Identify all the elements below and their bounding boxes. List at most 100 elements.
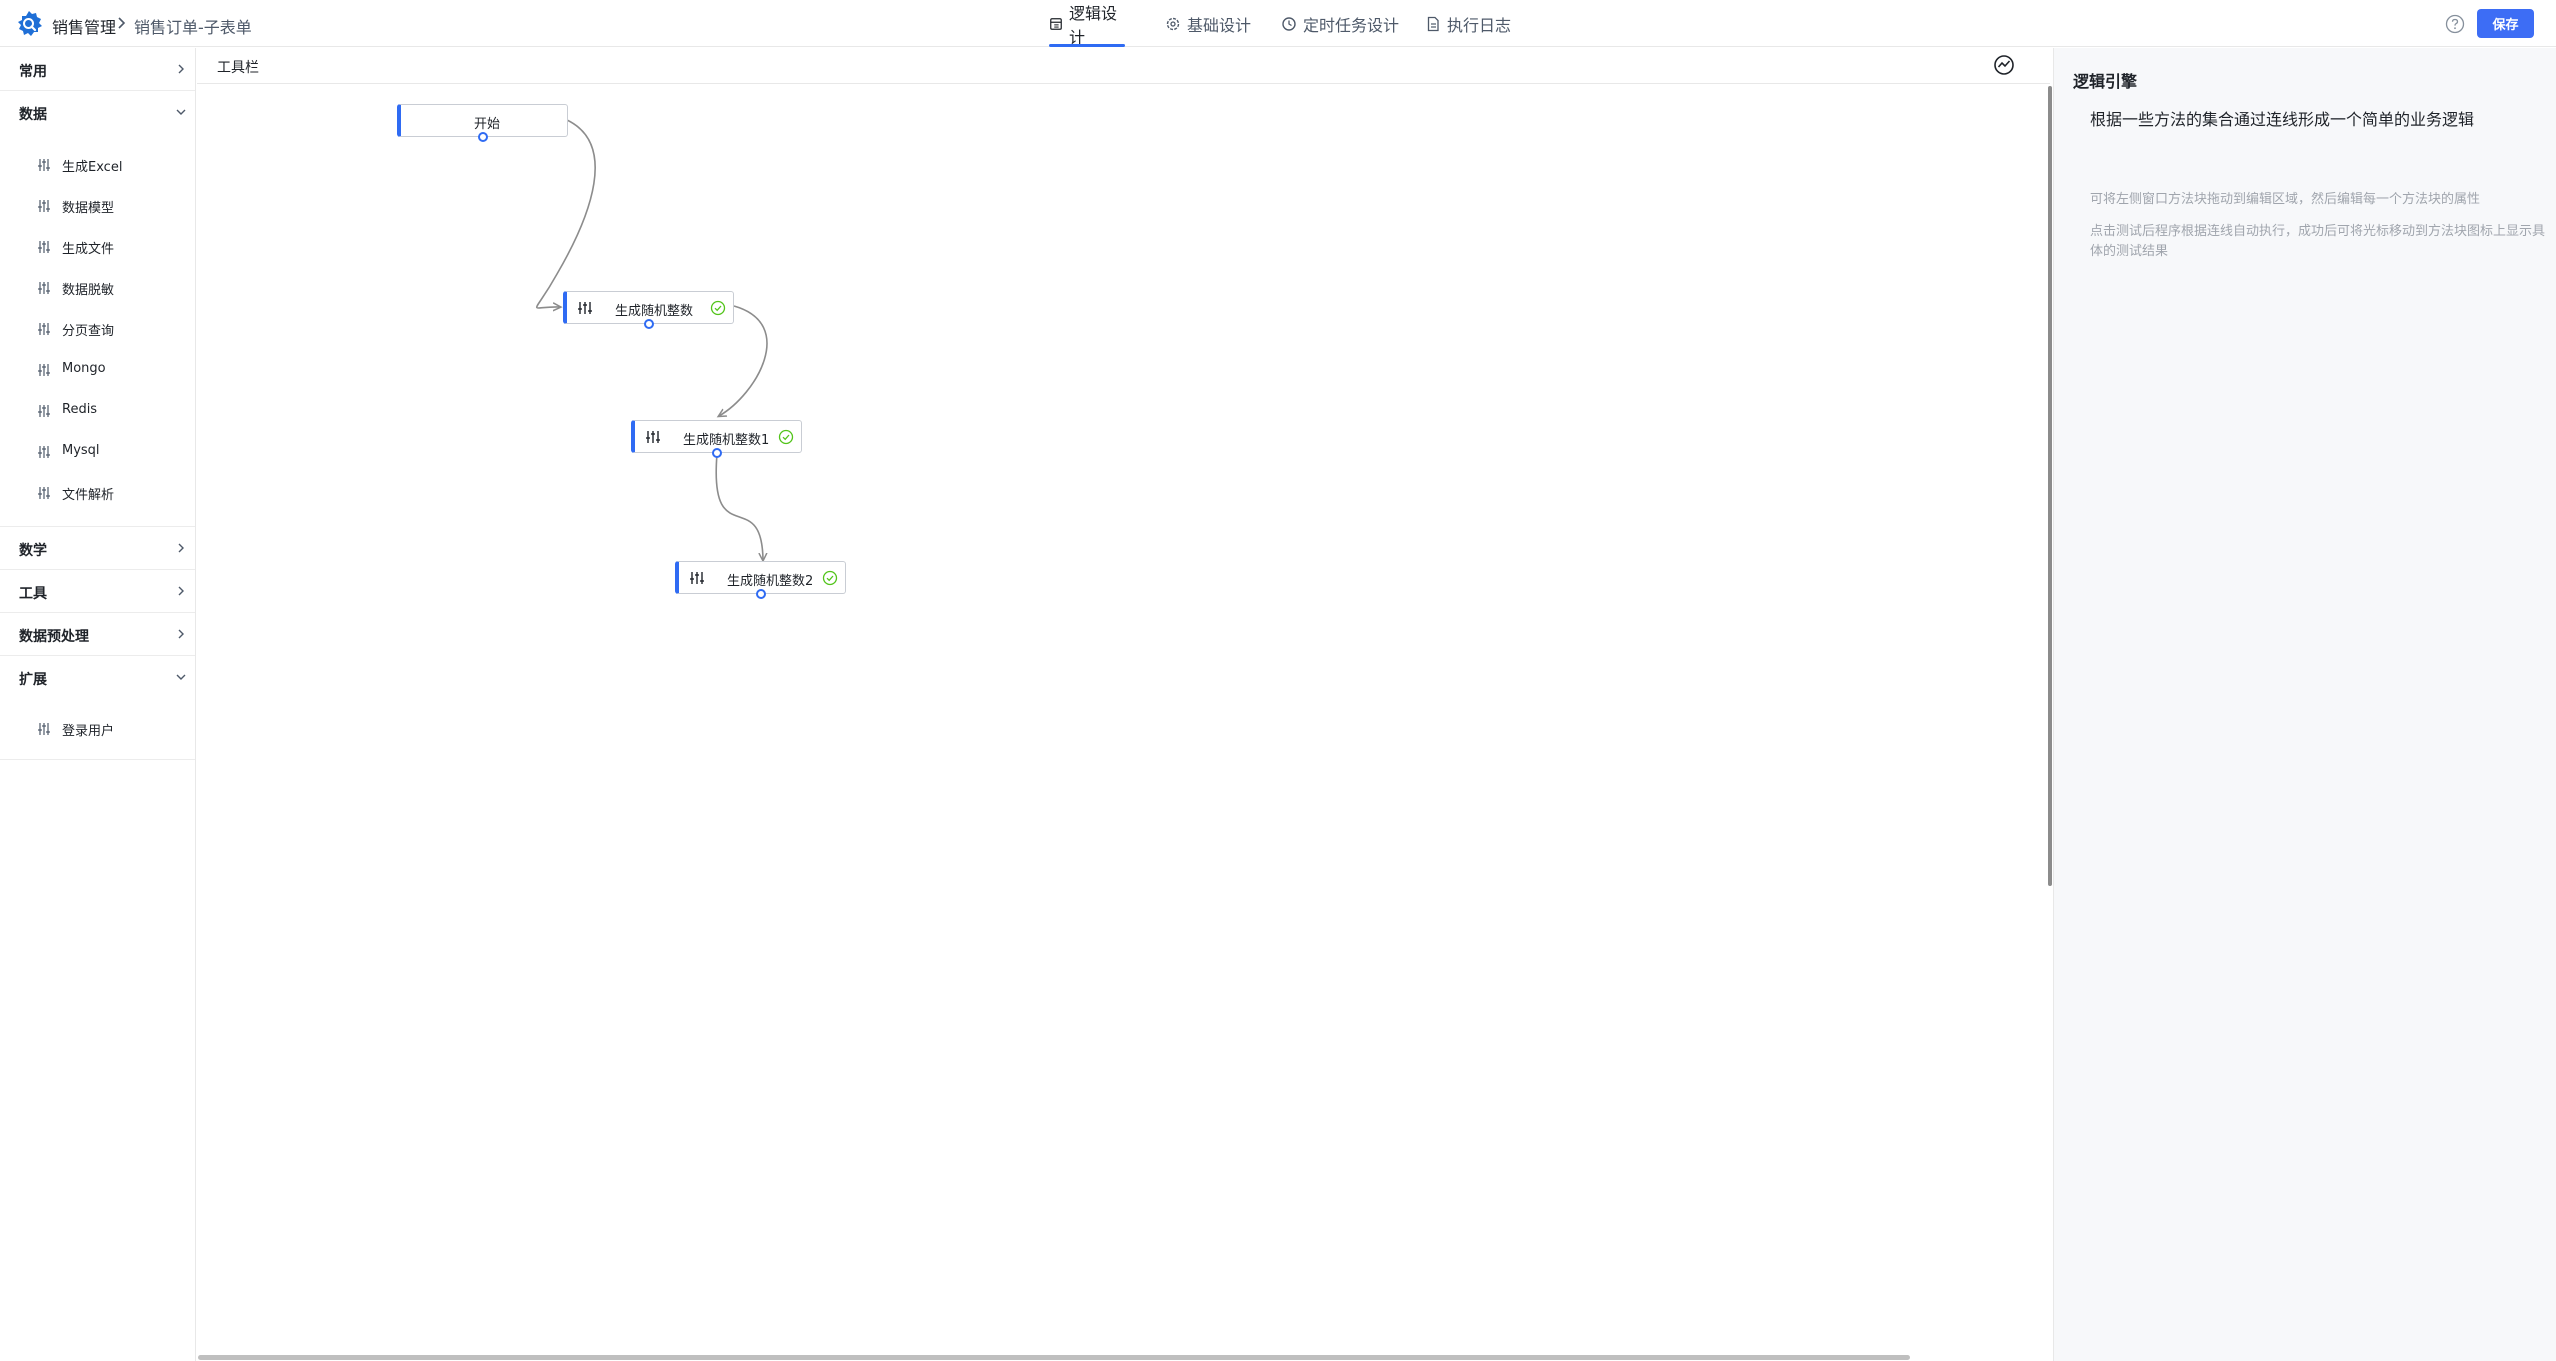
toolbar-label: 工具栏 [217,60,259,76]
sliders-icon [38,723,50,735]
sidebar-item-redis[interactable]: Redis [0,391,195,431]
output-port[interactable] [478,132,488,142]
item-label: 数据模型 [62,201,115,216]
breadcrumb-page: 销售订单-子表单 [134,18,252,37]
flow-node-random-int-2[interactable]: 生成随机整数2 [675,561,846,599]
output-port[interactable] [756,589,766,599]
tab-label: 定时任务设计 [1303,15,1400,35]
node-label: 生成随机整数1 [683,433,770,448]
sidebar-item-paged-query[interactable]: 分页查询 [0,309,195,349]
chevron-right-icon [178,629,184,639]
divider [0,759,195,760]
sliders-icon [38,282,50,294]
top-bar: 销售管理 销售订单-子表单 逻辑设计 基础设计 定时任务设计 执行日志 保存 [0,0,2556,47]
chevron-right-icon [178,64,184,74]
sliders-icon [38,323,50,335]
sidebar-group-extension[interactable]: 扩展 [0,656,195,699]
group-label: 常用 [19,64,47,80]
sidebar-item-mongo[interactable]: Mongo [0,350,195,390]
tab-logic-design[interactable]: 逻辑设计 [1049,0,1125,47]
tab-label: 逻辑设计 [1069,3,1118,47]
sidebar-group-math[interactable]: 数学 [0,527,195,570]
item-label: Mongo [62,361,106,376]
group-label: 数据预处理 [19,629,89,645]
sidebar-item-generate-file[interactable]: 生成文件 [0,227,195,267]
sidebar-item-mysql[interactable]: Mysql [0,432,195,472]
sliders-icon [646,431,660,443]
item-label: Mysql [62,443,100,458]
item-label: 数据脱敏 [62,283,115,298]
tab-label: 执行日志 [1447,15,1512,35]
canvas-vertical-scrollbar[interactable] [2048,86,2052,886]
item-label: 分页查询 [62,324,115,339]
sliders-icon [38,241,50,253]
help-icon[interactable] [2445,14,2465,34]
document-icon [1427,16,1439,31]
property-panel: 逻辑引擎 根据一些方法的集合通过连线形成一个简单的业务逻辑 可将左侧窗口方法块拖… [2053,48,2556,1361]
tab-label: 基础设计 [1187,15,1252,35]
sliders-icon [578,302,592,314]
flow-node-random-int-1[interactable]: 生成随机整数1 [631,420,802,458]
canvas-toolbar: 工具栏 [197,48,2050,84]
node-label: 生成随机整数 [615,304,694,319]
flow-node-start[interactable]: 开始 [397,104,568,142]
sliders-icon [38,405,50,417]
app-logo-icon [18,11,42,36]
sliders-icon [38,200,50,212]
sliders-icon [38,487,50,499]
sidebar-group-tools[interactable]: 工具 [0,570,195,613]
group-label: 数学 [19,543,47,559]
clock-icon [1282,16,1296,31]
layout-icon [1050,17,1062,30]
item-label: 生成文件 [62,242,115,257]
save-button[interactable]: 保存 [2477,9,2534,38]
sliders-icon [38,446,50,458]
success-check-icon [710,300,726,316]
edge-start-to-node1[interactable] [535,119,596,308]
item-label: 文件解析 [62,488,115,503]
edge-node2-to-node3[interactable] [715,453,763,560]
sidebar-group-data[interactable]: 数据 [0,91,195,134]
method-sidebar: 常用 数据 生成Excel 数据模型 生成文件 数据脱敏 分页查询 Mongo … [0,48,196,1361]
tab-basic-design[interactable]: 基础设计 [1165,0,1251,47]
gear-icon [1166,17,1180,30]
breadcrumb-app[interactable]: 销售管理 [52,14,116,38]
chevron-down-icon [176,109,186,115]
sidebar-item-data-model[interactable]: 数据模型 [0,186,195,226]
success-check-icon [778,429,794,445]
panel-tip-drag: 可将左侧窗口方法块拖动到编辑区域，然后编辑每一个方法块的属性 [2090,192,2481,207]
item-label: Redis [62,402,98,417]
sidebar-item-login-user[interactable]: 登录用户 [0,709,195,749]
panel-tip-test: 点击测试后程序根据连线自动执行，成功后可将光标移动到方法块图标上显示具体的测试结… [2090,224,2546,259]
connection-lines [535,119,768,1361]
breadcrumb-chevron-right-icon [118,17,126,29]
sliders-icon [690,572,704,584]
logic-canvas[interactable]: 开始 生成随机整数 生成随机整数1 生成随机整数2 [197,84,2050,1361]
sidebar-item-data-masking[interactable]: 数据脱敏 [0,268,195,308]
item-label: 生成Excel [62,160,123,175]
success-check-icon [822,570,838,586]
sidebar-item-generate-excel[interactable]: 生成Excel [0,145,195,185]
tab-scheduled-task-design[interactable]: 定时任务设计 [1281,0,1399,47]
chevron-down-icon [176,674,186,680]
group-label: 扩展 [19,672,47,688]
node-label: 生成随机整数2 [727,574,814,589]
item-label: 登录用户 [62,724,115,739]
sliders-icon [38,159,50,171]
node-label: 开始 [474,117,501,132]
sidebar-group-data-preprocess[interactable]: 数据预处理 [0,613,195,656]
output-port[interactable] [644,319,654,329]
chevron-right-icon [178,586,184,596]
panel-title: 逻辑引擎 [2073,72,2138,91]
group-label: 工具 [19,586,47,602]
canvas-horizontal-scrollbar[interactable] [198,1355,1910,1360]
flow-node-random-int[interactable]: 生成随机整数 [563,291,734,329]
group-label: 数据 [19,107,47,123]
panel-subtitle: 根据一些方法的集合通过连线形成一个简单的业务逻辑 [2090,110,2475,129]
output-port[interactable] [712,448,722,458]
sidebar-item-file-parse[interactable]: 文件解析 [0,473,195,513]
test-run-icon[interactable] [1993,54,2015,76]
sidebar-group-common[interactable]: 常用 [0,48,195,91]
sliders-icon [38,364,50,376]
tab-execution-log[interactable]: 执行日志 [1425,0,1511,47]
